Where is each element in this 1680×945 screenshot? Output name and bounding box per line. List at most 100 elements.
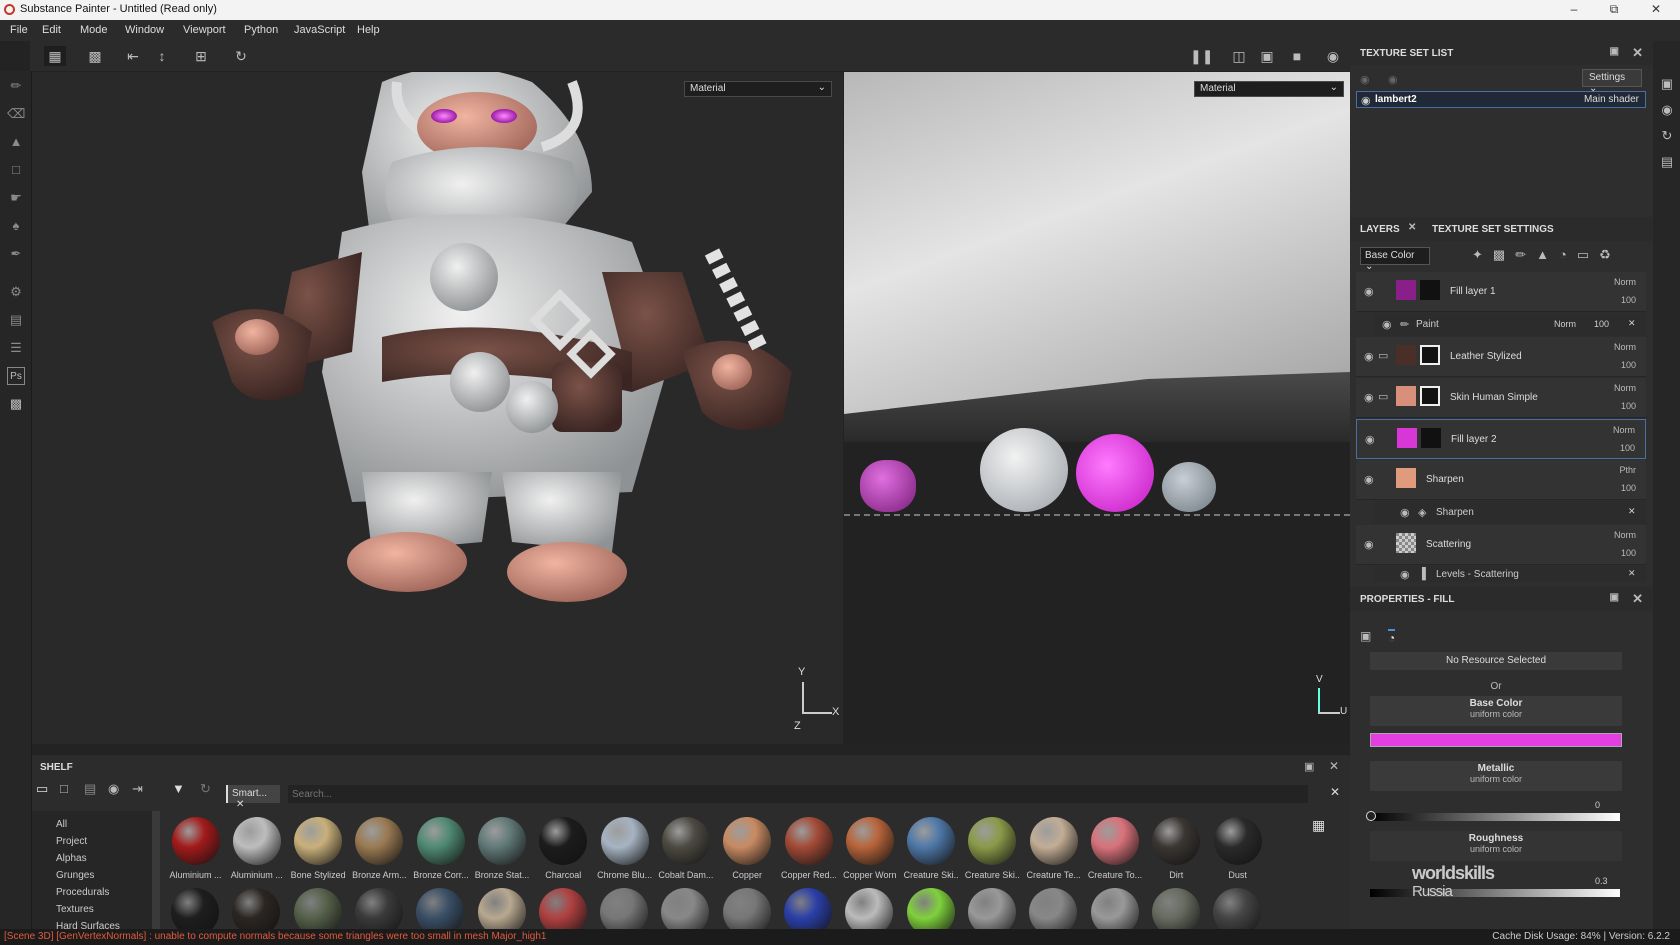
blend-mode[interactable]: Pthr [1619, 465, 1636, 475]
float-panel-icon[interactable]: ▣ [1304, 760, 1314, 773]
menu-javascript[interactable]: JavaScript [294, 24, 345, 36]
material-item[interactable]: Aluminium ... [168, 817, 223, 880]
layer-opacity[interactable]: 100 [1621, 360, 1636, 370]
blend-mode[interactable]: Norm [1613, 425, 1635, 435]
split-view-icon[interactable]: ◫ [1228, 46, 1250, 66]
refresh-icon[interactable]: ↻ [200, 781, 211, 797]
color-picker-icon[interactable]: ✒ [7, 245, 25, 263]
screenshot-icon[interactable]: ◉ [1322, 46, 1344, 66]
grid-view-icon[interactable]: ▦ [44, 46, 66, 66]
material-tab-icon[interactable]: ▣ [1360, 629, 1371, 643]
clear-search-icon[interactable]: ✕ [1330, 785, 1340, 799]
material-item[interactable]: Creature Ski... [904, 817, 959, 880]
history-panel-icon[interactable]: ↻ [1658, 127, 1676, 145]
export-icon[interactable]: ▩ [7, 395, 25, 413]
close-icon[interactable]: ✕ [236, 799, 244, 810]
tab-texture-set-settings[interactable]: TEXTURE SET SETTINGS [1432, 224, 1554, 235]
log-panel-icon[interactable]: ▤ [1658, 153, 1676, 171]
smudge-icon[interactable]: ☛ [7, 189, 25, 207]
material-item[interactable]: Creature To... [1088, 817, 1143, 880]
layer-opacity[interactable]: 100 [1621, 401, 1636, 411]
layer-item-selected[interactable]: ◉ Fill layer 2 Norm 100 [1356, 419, 1646, 459]
menu-viewport[interactable]: Viewport [183, 24, 226, 36]
sublayer-opacity[interactable]: 100 [1594, 319, 1609, 329]
metallic-slider[interactable] [1370, 813, 1620, 821]
material-item[interactable]: Charcoal [536, 817, 591, 880]
close-icon[interactable]: ✕ [1628, 318, 1636, 329]
texture-set-settings-button[interactable]: Settings ⌄ [1582, 69, 1642, 94]
sublayer-sharpen[interactable]: ◉ ◈ Sharpen ✕ [1374, 501, 1646, 524]
roughness-slider[interactable] [1370, 889, 1620, 897]
filter-icon[interactable]: ▼ [172, 781, 185, 796]
eye-icon[interactable]: ◉ [1364, 391, 1374, 404]
blend-mode[interactable]: Norm [1614, 383, 1636, 393]
category-project[interactable]: Project [56, 836, 87, 847]
close-panel-icon[interactable]: ✕ [1329, 759, 1339, 773]
blend-mode[interactable]: Norm [1614, 342, 1636, 352]
material-item[interactable]: Creature Te... [1026, 817, 1081, 880]
resource-slot[interactable]: No Resource Selected [1370, 652, 1622, 670]
roughness-value[interactable]: 0.3 [1595, 876, 1608, 886]
eye-icon[interactable]: ◉ [1382, 318, 1392, 331]
geometry-mask-icon[interactable]: □ [7, 161, 25, 179]
material-item[interactable]: Copper Red... [781, 817, 836, 880]
material-item[interactable]: Aluminium ... [229, 817, 284, 880]
menu-help[interactable]: Help [357, 24, 380, 36]
history-icon[interactable]: ↻ [230, 46, 252, 66]
tab-layers[interactable]: LAYERS [1360, 224, 1400, 235]
channel-select[interactable]: Base Color ⌄ [1360, 247, 1430, 272]
pause-icon[interactable]: ❚❚ [1190, 46, 1213, 66]
new-shelf-icon[interactable]: □ [60, 781, 68, 796]
grid-split-icon[interactable]: ▩ [84, 46, 106, 66]
close-tab-icon[interactable]: ✕ [1408, 222, 1416, 233]
close-icon[interactable]: ✕ [1628, 568, 1636, 579]
metallic-value[interactable]: 0 [1595, 800, 1600, 810]
menu-edit[interactable]: Edit [42, 24, 61, 36]
menu-file[interactable]: File [10, 24, 28, 36]
menu-window[interactable]: Window [125, 24, 164, 36]
category-hard-surfaces[interactable]: Hard Surfaces [56, 921, 120, 929]
eye-icon[interactable]: ◉ [1364, 538, 1374, 551]
viewport-3d[interactable]: Material ⌄ Y X Z [32, 72, 843, 744]
eraser-icon[interactable]: ⌫ [7, 105, 25, 123]
add-paint-layer-icon[interactable]: ✏ [1515, 247, 1536, 262]
layer-opacity[interactable]: 100 [1621, 483, 1636, 493]
mirror-y-icon[interactable]: ↕ [151, 46, 173, 66]
category-grunges[interactable]: Grunges [56, 870, 94, 881]
category-all[interactable]: All [56, 819, 67, 830]
add-effect-icon[interactable]: ◔ [1559, 247, 1577, 262]
material-item[interactable]: Bone Stylized [291, 817, 346, 880]
material-item[interactable]: Dust [1210, 817, 1265, 880]
base-color-swatch[interactable] [1370, 733, 1622, 747]
category-textures[interactable]: Textures [56, 904, 94, 915]
material-item[interactable]: Copper Worn [842, 817, 897, 880]
brush-icon[interactable]: ✏ [7, 77, 25, 95]
material-item[interactable]: Bronze Corr... [413, 817, 468, 880]
grid-view-icon[interactable]: ▦ [1312, 817, 1325, 834]
material-item[interactable]: Bronze Arm... [352, 817, 407, 880]
display-settings-icon[interactable]: ◉ [1658, 101, 1676, 119]
material-item[interactable]: Copper [720, 817, 775, 880]
clone-stamp-icon[interactable]: ♠ [7, 217, 25, 235]
layer-item[interactable]: ◉ Sharpen Pthr 100 [1356, 460, 1646, 500]
texture-set-item[interactable]: ◉ lambert2 Main shader [1356, 91, 1646, 108]
mirror-x-icon[interactable]: ⇤ [122, 46, 144, 66]
add-folder-icon[interactable]: ▭ [1577, 247, 1599, 262]
shelf-filter-tag[interactable]: Smart... ✕ [226, 785, 280, 810]
material-item[interactable]: Creature Ski... [965, 817, 1020, 880]
material-item[interactable]: Cobalt Dam... [658, 817, 713, 880]
folder-icon[interactable]: ▭ [36, 781, 48, 797]
eye-icon[interactable]: ◉ [1400, 506, 1410, 519]
layer-item[interactable]: ◉ ▭ Leather Stylized Norm 100 [1356, 337, 1646, 377]
restore-button[interactable]: ⧉ [1604, 2, 1624, 17]
layer-mask-thumbnail[interactable] [1420, 386, 1440, 406]
close-icon[interactable]: ✕ [1628, 506, 1636, 517]
layer-mask-thumbnail[interactable] [1421, 428, 1441, 448]
menu-python[interactable]: Python [244, 24, 278, 36]
viewport-3d-mode-select[interactable]: Material ⌄ [684, 81, 832, 97]
close-panel-icon[interactable]: ✕ [1632, 45, 1643, 61]
layer-opacity[interactable]: 100 [1621, 295, 1636, 305]
list-view-icon[interactable]: ▤ [84, 781, 96, 797]
close-window-button[interactable]: ✕ [1646, 2, 1666, 16]
visibility-off-icon[interactable]: ◉ [1360, 73, 1370, 86]
